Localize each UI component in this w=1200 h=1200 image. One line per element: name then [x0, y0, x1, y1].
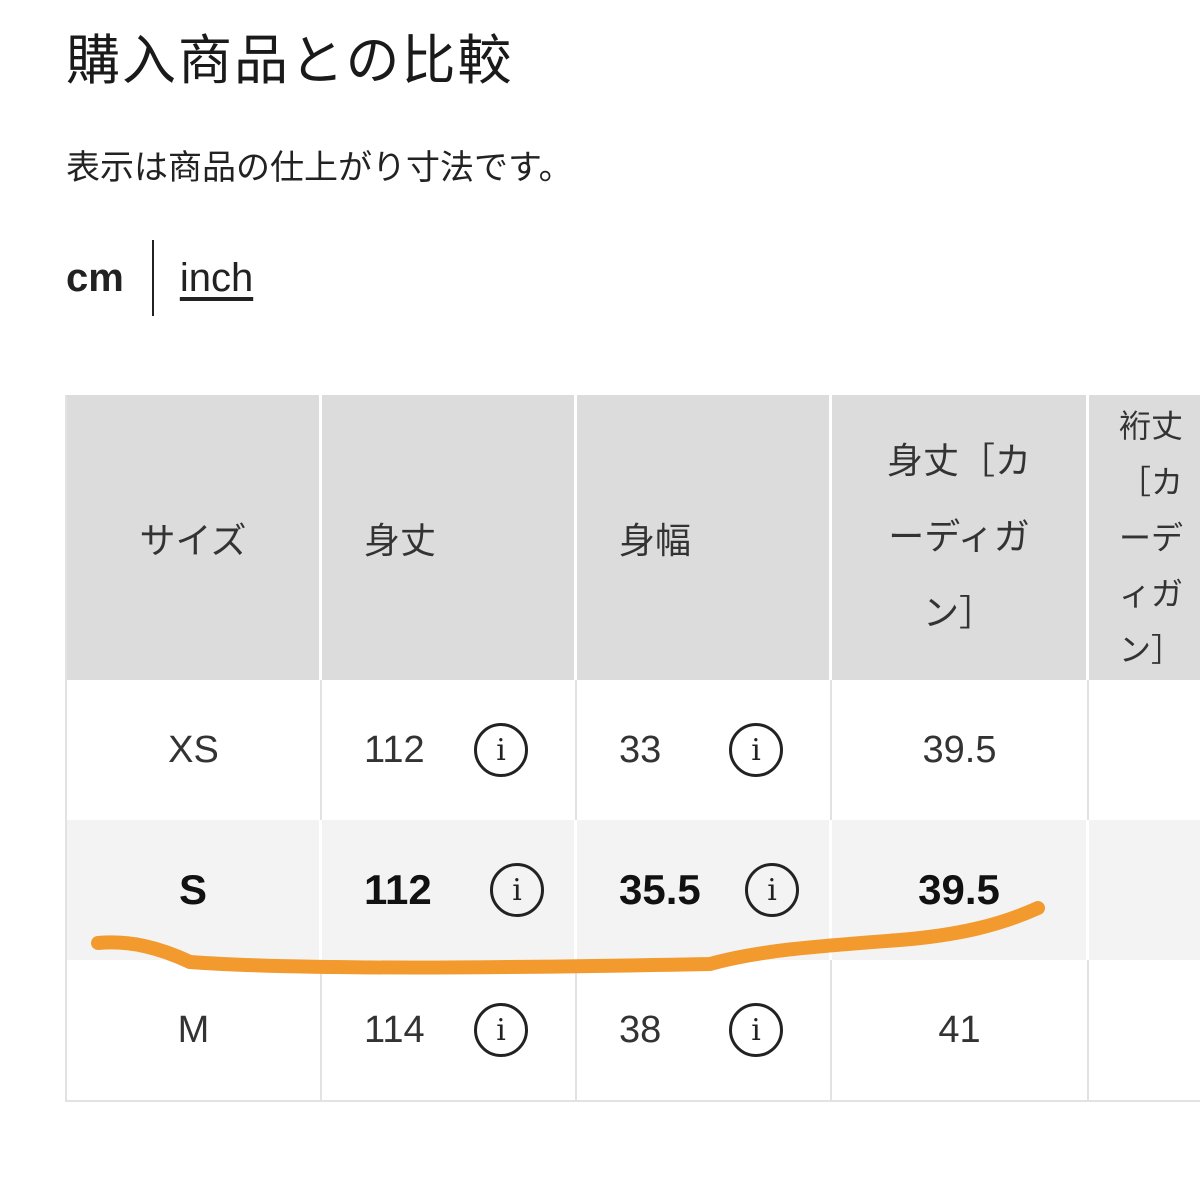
unit-divider	[151, 240, 154, 316]
size-comparison-table: サイズ 身丈 身幅 身丈［カーディガン］ 裄丈［カーディガン］ XS 112 i 33…	[65, 395, 1200, 1102]
width-value: 38	[619, 1008, 662, 1051]
info-icon[interactable]: i	[490, 863, 544, 917]
unit-cm-option[interactable]: cm	[66, 256, 124, 301]
length-value: 112	[364, 728, 425, 771]
cell-cardigan-sleeve	[1089, 680, 1200, 820]
cell-cardigan-length: 39.5	[832, 680, 1089, 820]
info-icon[interactable]: i	[474, 1003, 528, 1057]
cell-width: 35.5 i	[577, 820, 832, 960]
cell-length: 114 i	[322, 960, 577, 1100]
page-subtitle: 表示は商品の仕上がり寸法です。	[66, 148, 573, 188]
cell-size: XS	[67, 680, 322, 820]
table-header-row: サイズ 身丈 身幅 身丈［カーディガン］ 裄丈［カーディガン］	[67, 395, 1200, 680]
unit-inch-link[interactable]: inch	[180, 256, 253, 301]
header-cardigan-sleeve: 裄丈［カーディガン］	[1089, 395, 1200, 680]
table-row-s: S 112 i 35.5 i 39.5	[67, 820, 1200, 960]
info-icon[interactable]: i	[729, 1003, 783, 1057]
cell-cardigan-length: 39.5	[832, 820, 1089, 960]
info-icon[interactable]: i	[474, 723, 528, 777]
cell-size: M	[67, 960, 322, 1100]
cell-length: 112 i	[322, 820, 577, 960]
table-row-xs: XS 112 i 33 i 39.5	[67, 680, 1200, 820]
width-value: 33	[619, 728, 662, 771]
table-row-m: M 114 i 38 i 41	[67, 960, 1200, 1100]
cell-cardigan-length: 41	[832, 960, 1089, 1100]
cell-cardigan-sleeve	[1089, 820, 1200, 960]
header-size: サイズ	[67, 395, 322, 680]
length-value: 112	[364, 866, 432, 913]
cell-width: 33 i	[577, 680, 832, 820]
header-length: 身丈	[322, 395, 577, 680]
cell-cardigan-sleeve	[1089, 960, 1200, 1100]
header-cardigan-length: 身丈［カーディガン］	[832, 395, 1089, 680]
unit-toggle: cm inch	[66, 240, 253, 316]
info-icon[interactable]: i	[729, 723, 783, 777]
cell-width: 38 i	[577, 960, 832, 1100]
cell-size: S	[67, 820, 322, 960]
cell-length: 112 i	[322, 680, 577, 820]
info-icon[interactable]: i	[745, 863, 799, 917]
width-value: 35.5	[619, 866, 701, 913]
length-value: 114	[364, 1008, 425, 1051]
page-title: 購入商品との比較	[66, 29, 514, 92]
header-width: 身幅	[577, 395, 832, 680]
